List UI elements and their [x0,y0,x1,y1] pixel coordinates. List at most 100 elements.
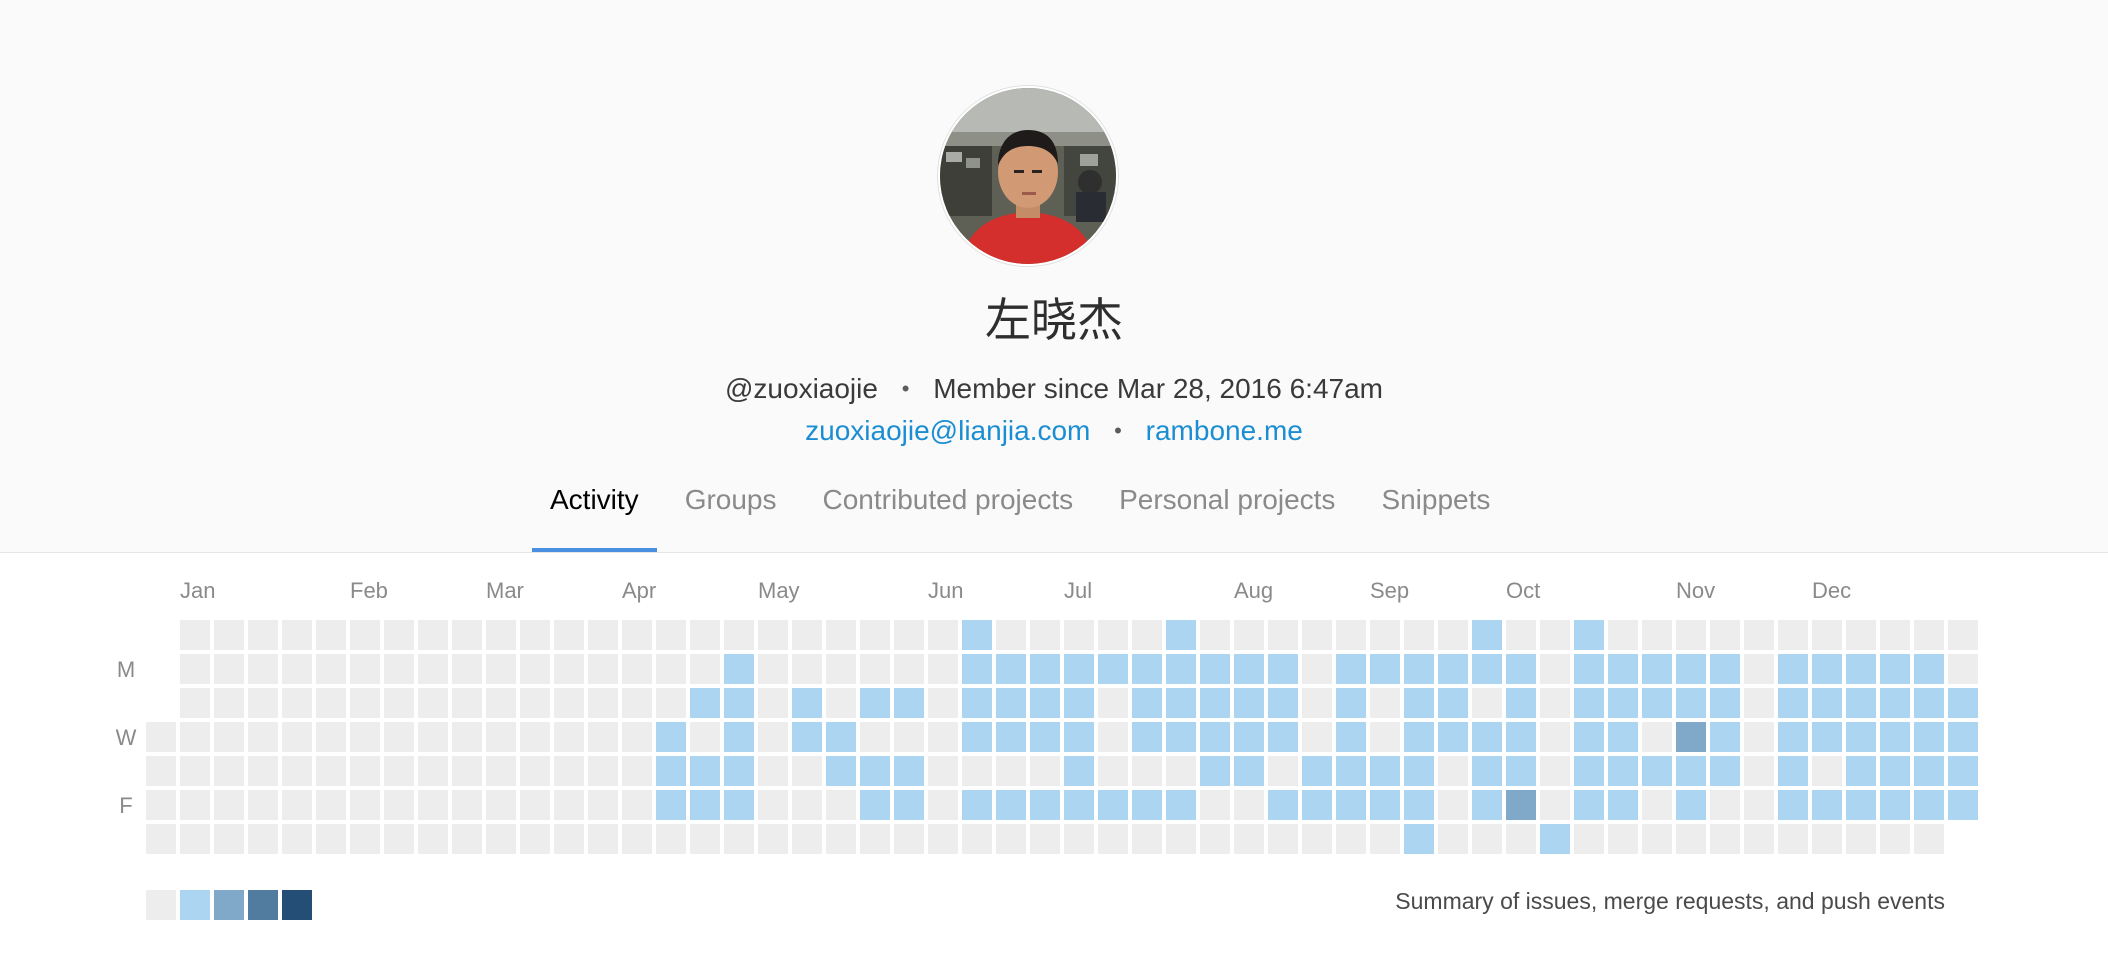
calendar-day-cell[interactable] [452,722,482,752]
calendar-day-cell[interactable] [520,790,550,820]
calendar-day-cell[interactable] [1914,722,1944,752]
calendar-day-cell[interactable] [1030,620,1060,650]
calendar-day-cell[interactable] [792,688,822,718]
calendar-day-cell[interactable] [962,790,992,820]
calendar-day-cell[interactable] [1846,620,1876,650]
calendar-day-cell[interactable] [1370,688,1400,718]
calendar-day-cell[interactable] [1404,756,1434,786]
calendar-day-cell[interactable] [996,620,1026,650]
calendar-day-cell[interactable] [214,824,244,854]
calendar-day-cell[interactable] [1948,620,1978,650]
calendar-day-cell[interactable] [248,654,278,684]
calendar-day-cell[interactable] [316,824,346,854]
calendar-day-cell[interactable] [1030,756,1060,786]
calendar-day-cell[interactable] [894,654,924,684]
tab-snippets[interactable]: Snippets [1363,470,1508,552]
calendar-day-cell[interactable] [350,824,380,854]
calendar-day-cell[interactable] [1030,790,1060,820]
calendar-day-cell[interactable] [1846,722,1876,752]
calendar-day-cell[interactable] [690,688,720,718]
calendar-day-cell[interactable] [146,756,176,786]
calendar-day-cell[interactable] [486,722,516,752]
calendar-day-cell[interactable] [894,620,924,650]
calendar-day-cell[interactable] [622,756,652,786]
calendar-day-cell[interactable] [1268,654,1298,684]
calendar-day-cell[interactable] [724,790,754,820]
calendar-day-cell[interactable] [1642,654,1672,684]
calendar-day-cell[interactable] [452,688,482,718]
calendar-day-cell[interactable] [1064,756,1094,786]
calendar-day-cell[interactable] [1948,722,1978,752]
calendar-day-cell[interactable] [1302,790,1332,820]
calendar-day-cell[interactable] [1370,790,1400,820]
tab-personal-projects[interactable]: Personal projects [1101,470,1353,552]
calendar-day-cell[interactable] [724,688,754,718]
calendar-day-cell[interactable] [384,654,414,684]
calendar-day-cell[interactable] [1948,688,1978,718]
calendar-day-cell[interactable] [792,654,822,684]
calendar-day-cell[interactable] [1778,654,1808,684]
calendar-day-cell[interactable] [758,824,788,854]
calendar-day-cell[interactable] [1200,620,1230,650]
calendar-day-cell[interactable] [1200,688,1230,718]
calendar-day-cell[interactable] [1064,790,1094,820]
calendar-day-cell[interactable] [1200,790,1230,820]
calendar-day-cell[interactable] [180,824,210,854]
calendar-day-cell[interactable] [384,688,414,718]
calendar-day-cell[interactable] [1948,756,1978,786]
calendar-day-cell[interactable] [1880,824,1910,854]
calendar-day-cell[interactable] [180,654,210,684]
calendar-day-cell[interactable] [1166,688,1196,718]
calendar-day-cell[interactable] [1744,756,1774,786]
calendar-day-cell[interactable] [690,824,720,854]
calendar-day-cell[interactable] [656,722,686,752]
calendar-day-cell[interactable] [1132,790,1162,820]
calendar-day-cell[interactable] [1676,688,1706,718]
calendar-day-cell[interactable] [282,688,312,718]
calendar-day-cell[interactable] [1472,620,1502,650]
calendar-day-cell[interactable] [1812,824,1842,854]
calendar-day-cell[interactable] [996,790,1026,820]
calendar-day-cell[interactable] [1676,654,1706,684]
calendar-day-cell[interactable] [1404,688,1434,718]
calendar-day-cell[interactable] [860,756,890,786]
calendar-day-cell[interactable] [1744,620,1774,650]
calendar-day-cell[interactable] [214,756,244,786]
calendar-day-cell[interactable] [1132,688,1162,718]
calendar-day-cell[interactable] [1574,620,1604,650]
calendar-day-cell[interactable] [1778,790,1808,820]
calendar-day-cell[interactable] [214,790,244,820]
calendar-day-cell[interactable] [622,654,652,684]
calendar-day-cell[interactable] [1030,688,1060,718]
calendar-day-cell[interactable] [1302,722,1332,752]
calendar-day-cell[interactable] [928,688,958,718]
calendar-day-cell[interactable] [1234,688,1264,718]
calendar-day-cell[interactable] [1574,756,1604,786]
calendar-day-cell[interactable] [826,654,856,684]
calendar-day-cell[interactable] [826,722,856,752]
calendar-day-cell[interactable] [1642,824,1672,854]
calendar-day-cell[interactable] [1438,654,1468,684]
calendar-day-cell[interactable] [520,688,550,718]
calendar-day-cell[interactable] [1676,790,1706,820]
calendar-day-cell[interactable] [1914,620,1944,650]
calendar-day-cell[interactable] [1880,790,1910,820]
calendar-day-cell[interactable] [1438,688,1468,718]
calendar-day-cell[interactable] [1234,722,1264,752]
calendar-day-cell[interactable] [622,620,652,650]
calendar-day-cell[interactable] [656,688,686,718]
calendar-day-cell[interactable] [452,620,482,650]
calendar-day-cell[interactable] [588,620,618,650]
calendar-day-cell[interactable] [860,654,890,684]
calendar-day-cell[interactable] [1438,756,1468,786]
calendar-day-cell[interactable] [1574,722,1604,752]
calendar-day-cell[interactable] [1778,824,1808,854]
calendar-day-cell[interactable] [1336,688,1366,718]
calendar-day-cell[interactable] [1710,654,1740,684]
calendar-day-cell[interactable] [384,790,414,820]
calendar-day-cell[interactable] [1506,722,1536,752]
calendar-day-cell[interactable] [656,654,686,684]
calendar-day-cell[interactable] [1812,756,1842,786]
calendar-day-cell[interactable] [1540,654,1570,684]
calendar-day-cell[interactable] [894,756,924,786]
